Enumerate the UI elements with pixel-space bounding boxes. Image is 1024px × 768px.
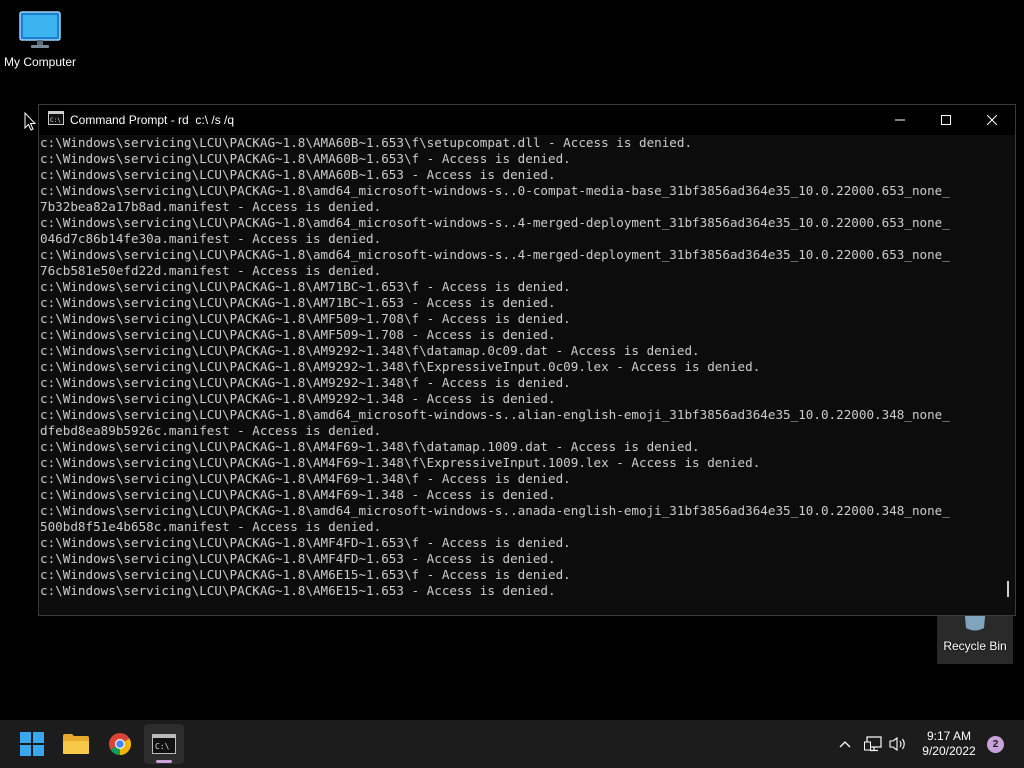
- clock-date: 9/20/2022: [922, 744, 976, 758]
- console-line: dfebd8ea89b5926c.manifest - Access is de…: [40, 423, 382, 438]
- close-icon: [987, 115, 997, 125]
- my-computer-shortcut[interactable]: My Computer: [0, 10, 80, 69]
- console-line: c:\Windows\servicing\LCU\PACKAG~1.8\AMA6…: [40, 151, 571, 166]
- recycle-bin-label: Recycle Bin: [943, 639, 1007, 653]
- maximize-button[interactable]: [923, 105, 969, 135]
- svg-text:C:\: C:\: [155, 742, 170, 751]
- console-line: c:\Windows\servicing\LCU\PACKAG~1.8\AM92…: [40, 375, 571, 390]
- console-line: c:\Windows\servicing\LCU\PACKAG~1.8\AMA6…: [40, 135, 693, 150]
- command-prompt-window[interactable]: C:\ Command Prompt - rd c:\ /s /q c:\Win…: [38, 104, 1016, 616]
- console-line: c:\Windows\servicing\LCU\PACKAG~1.8\amd6…: [40, 503, 950, 518]
- console-line: c:\Windows\servicing\LCU\PACKAG~1.8\AMF5…: [40, 327, 556, 342]
- console-line: c:\Windows\servicing\LCU\PACKAG~1.8\AMA6…: [40, 167, 556, 182]
- console-line: c:\Windows\servicing\LCU\PACKAG~1.8\amd6…: [40, 407, 950, 422]
- minimize-button[interactable]: [877, 105, 923, 135]
- cmd-icon: C:\: [48, 110, 64, 130]
- vertical-scrollbar[interactable]: [999, 135, 1015, 615]
- console-line: c:\Windows\servicing\LCU\PACKAG~1.8\amd6…: [40, 183, 950, 198]
- chrome-button[interactable]: [100, 724, 140, 764]
- console-output[interactable]: c:\Windows\servicing\LCU\PACKAG~1.8\AMA6…: [39, 135, 999, 615]
- show-hidden-icons-button[interactable]: [836, 734, 854, 754]
- console-line: c:\Windows\servicing\LCU\PACKAG~1.8\AMF4…: [40, 535, 571, 550]
- close-button[interactable]: [969, 105, 1015, 135]
- console-line: c:\Windows\servicing\LCU\PACKAG~1.8\AM71…: [40, 279, 571, 294]
- console-line: c:\Windows\servicing\LCU\PACKAG~1.8\AM92…: [40, 343, 700, 358]
- cmd-icon: C:\: [152, 734, 176, 754]
- active-indicator: [156, 760, 172, 763]
- console-line: c:\Windows\servicing\LCU\PACKAG~1.8\AM6E…: [40, 583, 556, 598]
- chevron-up-icon: [839, 741, 851, 748]
- console-line: c:\Windows\servicing\LCU\PACKAG~1.8\AM71…: [40, 295, 556, 310]
- mouse-cursor-icon: [24, 112, 36, 131]
- start-button[interactable]: [12, 724, 52, 764]
- my-computer-label: My Computer: [3, 55, 77, 69]
- console-line: 046d7c86b14fe30a.manifest - Access is de…: [40, 231, 382, 246]
- volume-icon: [889, 736, 905, 752]
- taskbar: C:\ 9:17 AM 9/20/2022: [0, 720, 1024, 768]
- command-prompt-taskbar-button[interactable]: C:\: [144, 724, 184, 764]
- console-line: c:\Windows\servicing\LCU\PACKAG~1.8\AM6E…: [40, 567, 571, 582]
- console-line: c:\Windows\servicing\LCU\PACKAG~1.8\AM92…: [40, 359, 761, 374]
- console-line: 7b32bea82a17b8ad.manifest - Access is de…: [40, 199, 382, 214]
- notification-badge[interactable]: 2: [987, 736, 1004, 753]
- console-line: 76cb581e50efd22d.manifest - Access is de…: [40, 263, 382, 278]
- console-line: c:\Windows\servicing\LCU\PACKAG~1.8\AM4F…: [40, 471, 571, 486]
- window-title: Command Prompt - rd c:\ /s /q: [70, 113, 235, 127]
- console-line: c:\Windows\servicing\LCU\PACKAG~1.8\amd6…: [40, 247, 950, 262]
- console-line: c:\Windows\servicing\LCU\PACKAG~1.8\AM4F…: [40, 455, 761, 470]
- console-line: c:\Windows\servicing\LCU\PACKAG~1.8\amd6…: [40, 215, 950, 230]
- clock[interactable]: 9:17 AM 9/20/2022: [912, 729, 986, 759]
- windows-start-icon: [20, 732, 44, 756]
- console-line: c:\Windows\servicing\LCU\PACKAG~1.8\AMF5…: [40, 311, 571, 326]
- network-icon: [864, 736, 882, 752]
- volume-button[interactable]: [888, 734, 908, 754]
- clock-time: 9:17 AM: [926, 729, 972, 743]
- title-bar[interactable]: C:\ Command Prompt - rd c:\ /s /q: [39, 105, 1015, 135]
- scrollbar-thumb[interactable]: [1007, 581, 1009, 597]
- console-line: c:\Windows\servicing\LCU\PACKAG~1.8\AM4F…: [40, 487, 556, 502]
- file-explorer-icon: [63, 734, 89, 754]
- network-button[interactable]: [863, 734, 883, 754]
- console-line: 500bd8f51e4b658c.manifest - Access is de…: [40, 519, 382, 534]
- minimize-icon: [895, 119, 905, 121]
- maximize-icon: [941, 115, 951, 125]
- svg-text:C:\: C:\: [50, 117, 61, 124]
- console-line: c:\Windows\servicing\LCU\PACKAG~1.8\AM4F…: [40, 439, 700, 454]
- file-explorer-button[interactable]: [56, 724, 96, 764]
- chrome-icon: [109, 733, 131, 755]
- console-line: c:\Windows\servicing\LCU\PACKAG~1.8\AMF4…: [40, 551, 556, 566]
- monitor-icon: [19, 11, 61, 48]
- console-line: c:\Windows\servicing\LCU\PACKAG~1.8\AM92…: [40, 391, 556, 406]
